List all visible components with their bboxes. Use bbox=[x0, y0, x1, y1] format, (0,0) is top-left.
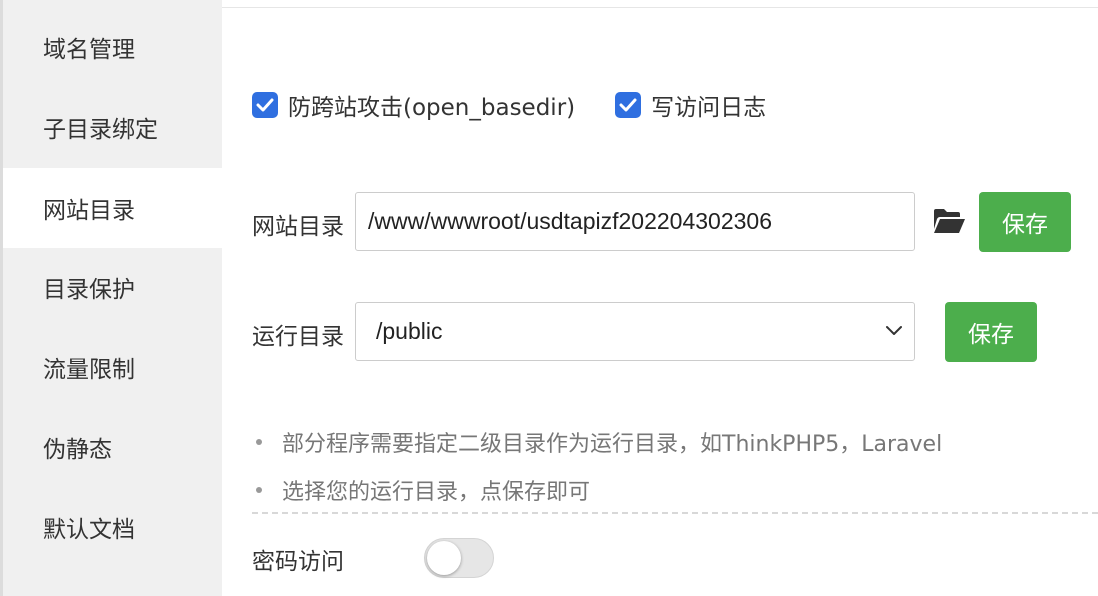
sidebar-item-default-document[interactable]: 默认文档 bbox=[3, 487, 222, 567]
anti-xss-checkbox[interactable]: 防跨站攻击(open_basedir) bbox=[252, 88, 575, 122]
sidebar-item-site-directory[interactable]: 网站目录 bbox=[3, 168, 222, 248]
sidebar-item-rewrite[interactable]: 伪静态 bbox=[3, 407, 222, 487]
tip-item: 选择您的运行目录，点保存即可 bbox=[252, 466, 942, 514]
sidebar-item-label: 默认文档 bbox=[43, 517, 135, 543]
top-divider bbox=[222, 0, 1098, 8]
password-access-label: 密码访问 bbox=[252, 549, 344, 575]
password-access-toggle[interactable] bbox=[424, 538, 494, 578]
sidebar-item-label: 伪静态 bbox=[43, 437, 112, 463]
dashed-divider bbox=[252, 512, 1098, 514]
site-dir-label: 网站目录 bbox=[252, 214, 344, 240]
site-dir-input[interactable] bbox=[355, 192, 915, 251]
bullet-icon bbox=[256, 439, 262, 445]
chevron-down-icon bbox=[884, 323, 904, 337]
tip-text: 部分程序需要指定二级目录作为运行目录，如ThinkPHP5，Laravel bbox=[282, 432, 943, 457]
options-row: 防跨站攻击(open_basedir) 写访问日志 bbox=[252, 88, 806, 122]
sidebar: 域名管理 子目录绑定 网站目录 目录保护 流量限制 伪静态 默认文档 bbox=[0, 0, 222, 596]
sidebar-item-subdirectory-binding[interactable]: 子目录绑定 bbox=[3, 87, 222, 167]
help-tips: 部分程序需要指定二级目录作为运行目录，如ThinkPHP5，Laravel 选择… bbox=[252, 418, 942, 514]
site-settings-panel: 域名管理 子目录绑定 网站目录 目录保护 流量限制 伪静态 默认文档 防跨站攻击… bbox=[0, 0, 1098, 596]
run-dir-label: 运行目录 bbox=[252, 324, 344, 350]
access-log-checkbox[interactable]: 写访问日志 bbox=[615, 88, 766, 122]
sidebar-item-label: 目录保护 bbox=[43, 277, 135, 303]
site-dir-save-button[interactable]: 保存 bbox=[979, 192, 1071, 252]
check-icon bbox=[252, 92, 278, 118]
bullet-icon bbox=[256, 487, 262, 493]
sidebar-item-directory-protection[interactable]: 目录保护 bbox=[3, 247, 222, 327]
run-dir-select[interactable]: /public bbox=[355, 302, 915, 361]
sidebar-item-label: 子目录绑定 bbox=[43, 117, 158, 143]
sidebar-item-label: 流量限制 bbox=[43, 357, 135, 383]
sidebar-item-domain-management[interactable]: 域名管理 bbox=[3, 7, 222, 87]
anti-xss-label: 防跨站攻击(open_basedir) bbox=[288, 95, 576, 121]
save-button-label: 保存 bbox=[968, 322, 1014, 348]
sidebar-item-traffic-limit[interactable]: 流量限制 bbox=[3, 327, 222, 407]
tip-text: 选择您的运行目录，点保存即可 bbox=[282, 480, 591, 505]
sidebar-item-label: 网站目录 bbox=[43, 198, 135, 224]
check-icon bbox=[615, 92, 642, 118]
access-log-label: 写访问日志 bbox=[651, 95, 767, 121]
run-dir-save-button[interactable]: 保存 bbox=[945, 302, 1037, 362]
toggle-knob bbox=[427, 541, 461, 575]
sidebar-item-label: 域名管理 bbox=[43, 37, 135, 63]
save-button-label: 保存 bbox=[1002, 212, 1048, 238]
run-dir-selected-value: /public bbox=[376, 318, 443, 344]
folder-open-icon[interactable] bbox=[932, 207, 966, 235]
tip-item: 部分程序需要指定二级目录作为运行目录，如ThinkPHP5，Laravel bbox=[252, 418, 942, 466]
